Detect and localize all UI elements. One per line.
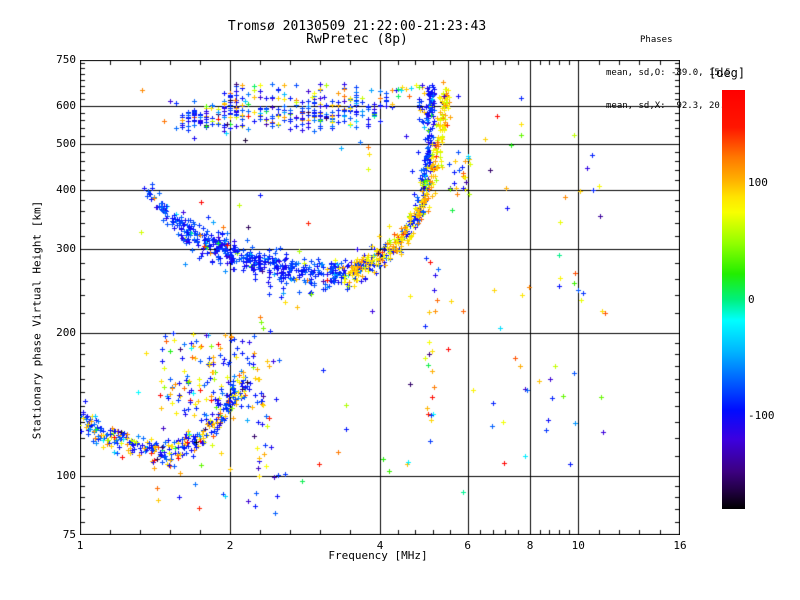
ionogram-screen: Tromsø 20130509 21:22:00-21:23:43 RwPret… — [0, 0, 800, 600]
y-tick-label: 200 — [56, 325, 76, 339]
y-tick-label: 500 — [56, 136, 76, 150]
y-axis-label: Stationary phase Virtual Height [km] — [30, 200, 44, 440]
y-tick-label: 400 — [56, 182, 76, 196]
colorbar-tick-label: -100 — [748, 408, 775, 422]
colorbar — [722, 90, 745, 509]
y-tick-label: 75 — [62, 528, 76, 541]
colorbar-tick-label: 100 — [748, 176, 768, 190]
x-tick-label: 8 — [526, 539, 534, 552]
colorbar-tick-label: 0 — [748, 292, 755, 306]
scatter-plot-canvas — [80, 60, 680, 535]
colorbar-unit-label: [deg] — [709, 66, 746, 80]
y-tick-label: 750 — [56, 53, 76, 66]
x-tick-label: 6 — [464, 539, 472, 552]
phase-stats-heading: Phases — [640, 35, 673, 45]
y-tick-label: 600 — [56, 99, 76, 113]
x-tick-label: 4 — [376, 539, 384, 552]
x-tick-label: 10 — [571, 539, 585, 552]
y-tick-label: 300 — [56, 242, 76, 256]
x-tick-label: 16 — [673, 539, 687, 552]
plot-subtitle: RwPretec (8p) — [306, 32, 408, 47]
y-tick-label: 100 — [56, 468, 76, 482]
x-tick-label: 2 — [226, 539, 234, 552]
